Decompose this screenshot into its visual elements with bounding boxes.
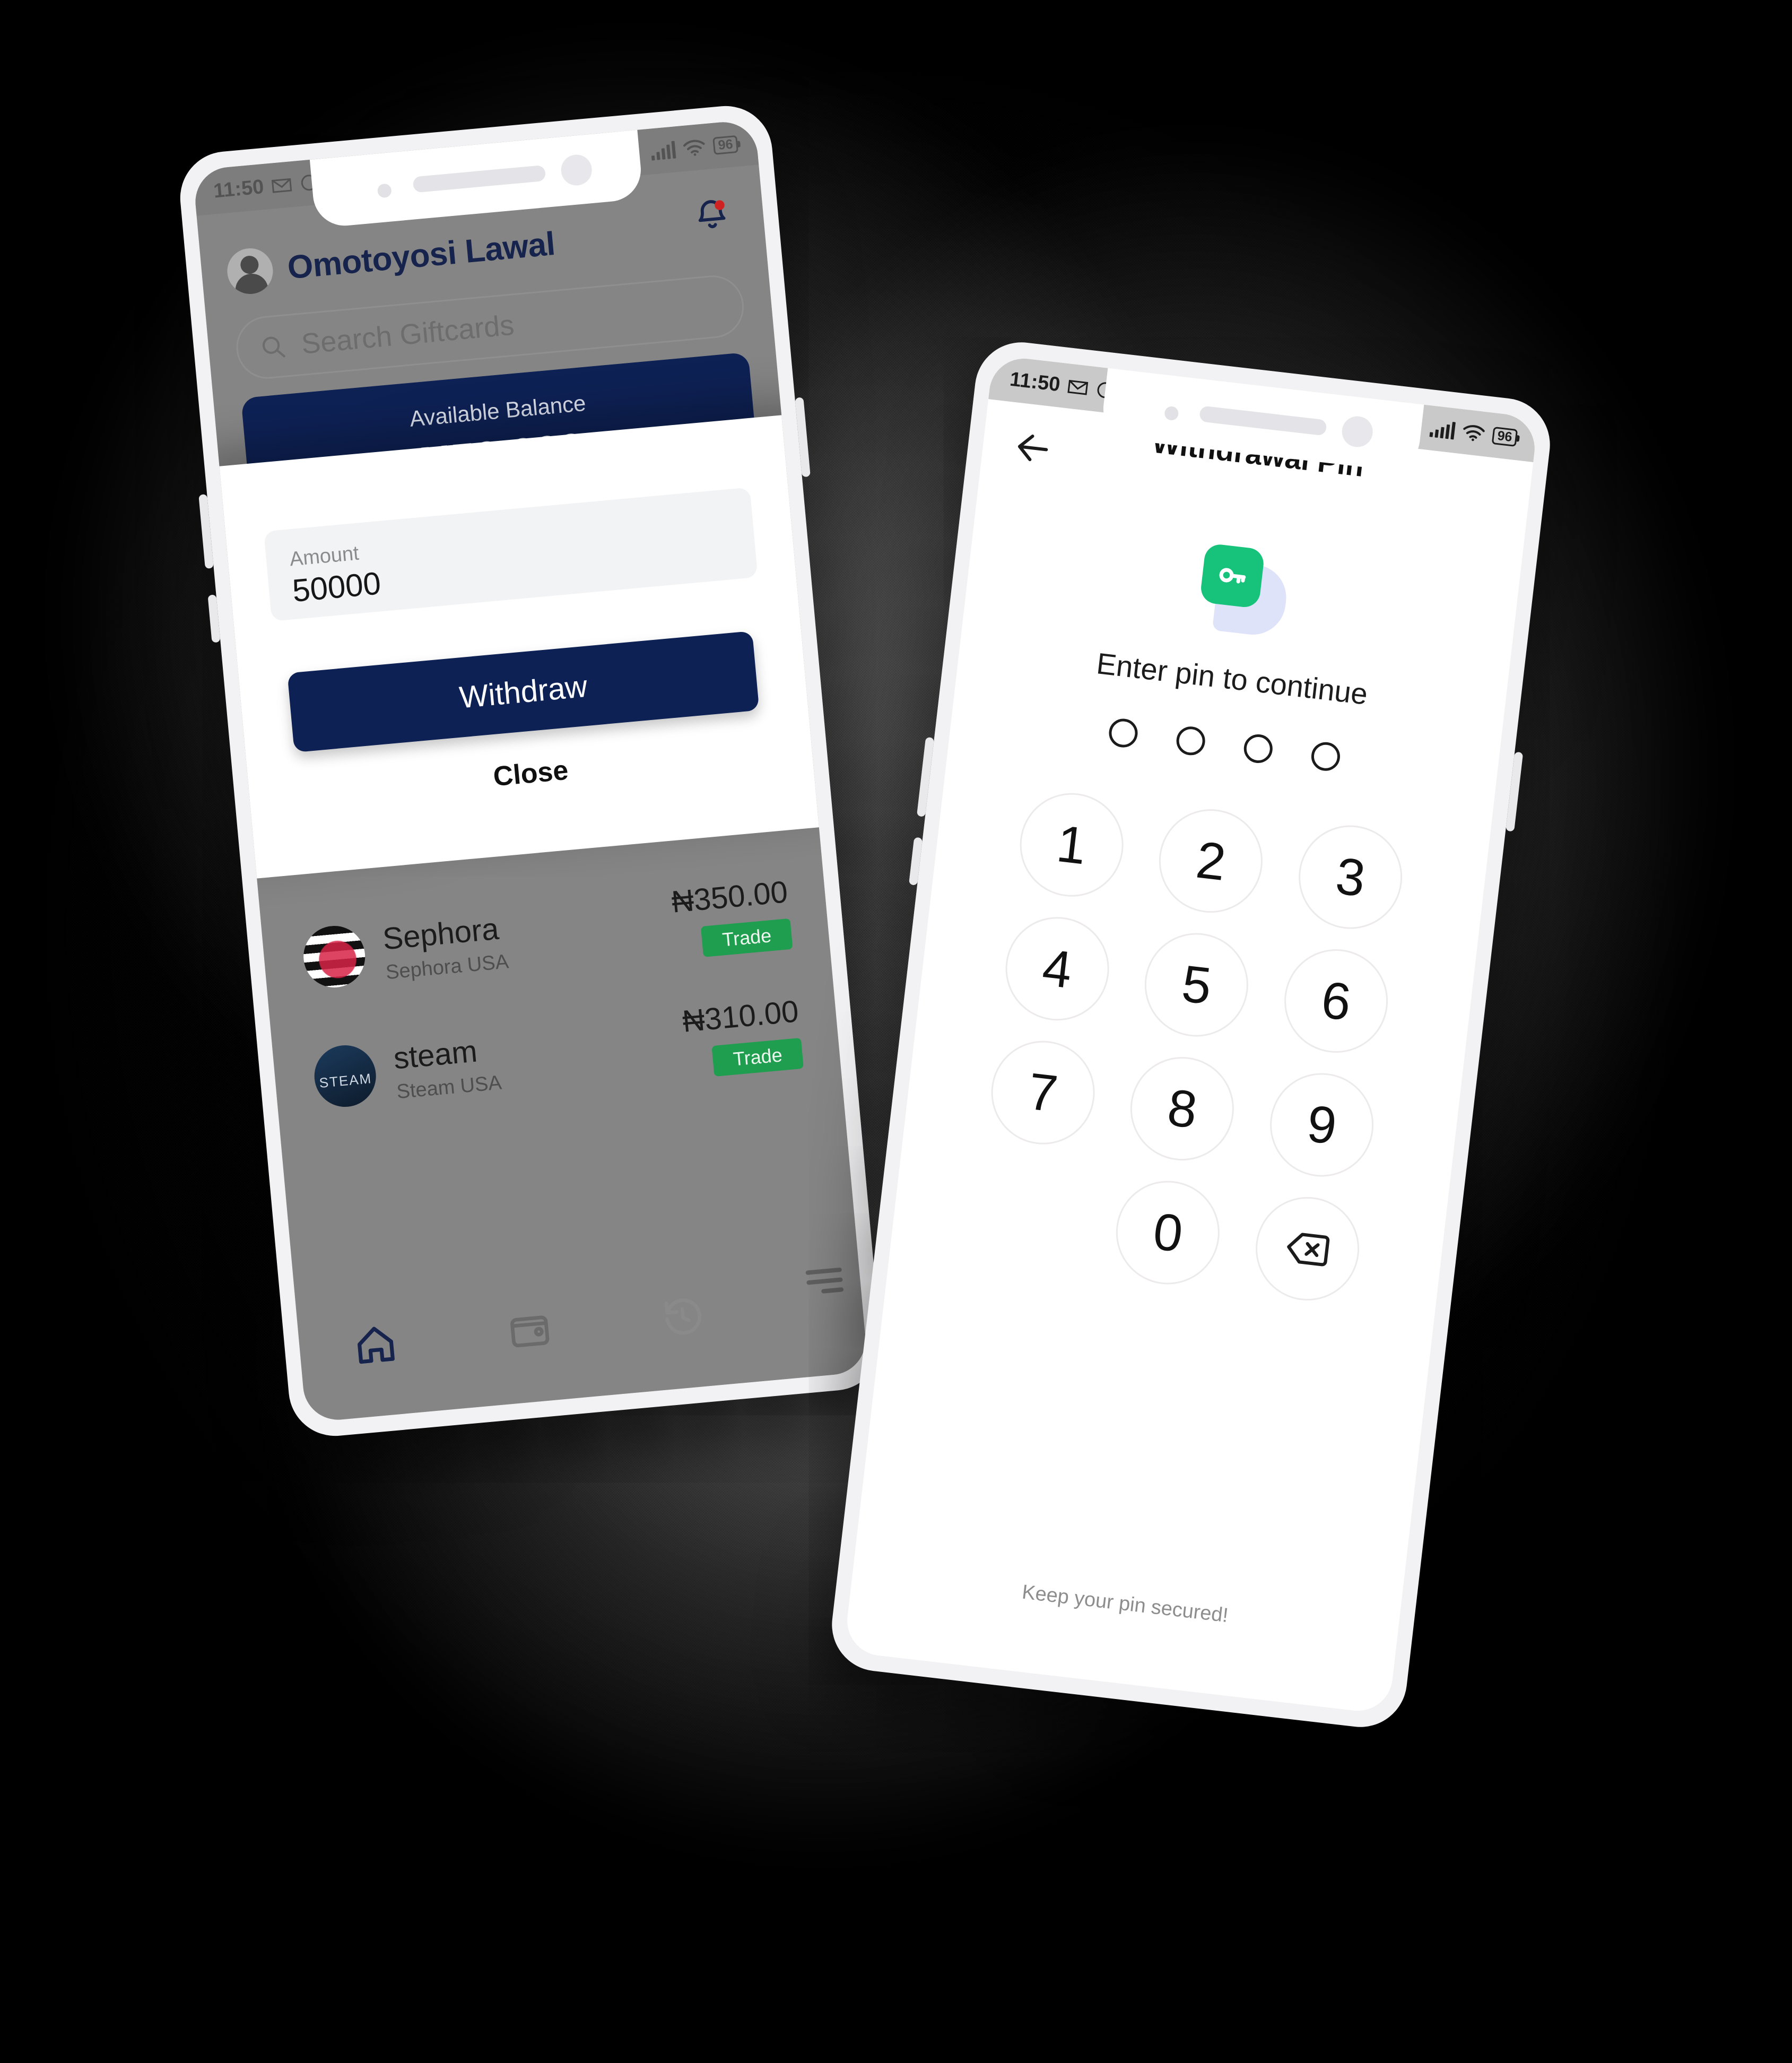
withdraw-modal: Amount 50000 Withdraw Close: [192, 412, 850, 881]
battery-icon: 96: [1491, 426, 1518, 447]
phone2-status-time: 11:50: [1008, 368, 1062, 396]
pin-dot: [1175, 725, 1207, 757]
home-icon[interactable]: [350, 1319, 402, 1371]
pin-dot: [1310, 740, 1342, 773]
gmail-icon: [1067, 379, 1089, 395]
screenshot-canvas: 11:50: [0, 0, 1792, 2063]
giftcard-subtitle: Steam USA: [395, 1071, 503, 1104]
wifi-icon: [1463, 425, 1485, 441]
keypad-key-2[interactable]: 2: [1153, 803, 1268, 918]
backspace-icon[interactable]: [1250, 1191, 1365, 1306]
phone2-power-button: [909, 837, 923, 886]
phone1-sensor-dot: [377, 183, 392, 198]
keypad-key-8[interactable]: 8: [1125, 1051, 1240, 1166]
signal-bars-icon: [1429, 421, 1456, 440]
keypad-key-1[interactable]: 1: [1014, 787, 1129, 903]
keypad-key-7[interactable]: 7: [985, 1035, 1100, 1150]
phone2-volume-button: [916, 736, 935, 817]
phone2-pin-section: Enter pin to continue 1 2 3 4 5 6 7 8 9 …: [890, 513, 1520, 1316]
giftcard-name: steam: [392, 1034, 479, 1076]
keypad-key-blank: [971, 1159, 1086, 1274]
phone1-volume-button: [198, 494, 214, 569]
phone2-screen: 11:50 96 Enter pin to continue 1 2 3 4 5…: [843, 354, 1538, 1715]
steam-logo-icon: [311, 1043, 379, 1110]
pin-dot: [1107, 717, 1139, 749]
keypad-key-4[interactable]: 4: [999, 911, 1115, 1026]
key-icon-badge: [1199, 543, 1265, 609]
pin-keypad: 1 2 3 4 5 6 7 8 9 0: [890, 778, 1490, 1315]
bell-icon[interactable]: [690, 195, 733, 238]
search-placeholder: Search Giftcards: [300, 309, 516, 360]
pin-dot: [1242, 733, 1274, 765]
phone-device-2: 11:50 96 Enter pin to continue 1 2 3 4 5…: [827, 337, 1555, 1732]
phone1-power-button: [207, 594, 221, 643]
history-icon[interactable]: [657, 1290, 709, 1342]
phone2-front-camera: [1340, 414, 1375, 449]
search-icon: [262, 336, 285, 358]
giftcard-name: Sephora: [381, 911, 500, 957]
pin-footer-note: Keep your pin secured!: [1021, 1581, 1230, 1627]
menu-icon[interactable]: [798, 1253, 850, 1305]
giftcard-subtitle: Sephora USA: [385, 950, 510, 984]
giftcard-list: Sephora Sephora USA ₦350.00 Trade steam …: [285, 861, 818, 1147]
phone2-side-button: [1506, 751, 1524, 832]
sephora-logo-icon: [301, 923, 368, 990]
trade-button[interactable]: Trade: [711, 1037, 804, 1077]
key-icon: [1193, 540, 1292, 638]
wallet-icon[interactable]: [504, 1305, 556, 1357]
phone2-battery-level: 96: [1497, 428, 1513, 445]
user-name: Omotoyosi Lawal: [286, 225, 557, 287]
withdraw-button[interactable]: Withdraw: [287, 631, 760, 753]
phone2-earpiece: [1198, 405, 1327, 436]
keypad-key-0[interactable]: 0: [1110, 1175, 1225, 1290]
giftcard-price: ₦310.00: [681, 994, 801, 1039]
amount-field[interactable]: Amount 50000: [264, 487, 758, 622]
avatar[interactable]: [225, 246, 275, 296]
phone1-screen: 11:50: [192, 119, 869, 1423]
keypad-key-5[interactable]: 5: [1139, 928, 1254, 1043]
keypad-key-9[interactable]: 9: [1264, 1067, 1379, 1183]
keypad-key-6[interactable]: 6: [1278, 943, 1394, 1059]
phone1-side-button: [795, 397, 811, 478]
trade-button[interactable]: Trade: [701, 918, 793, 957]
phone-device-1: 11:50: [176, 102, 885, 1440]
phone1-front-camera: [560, 153, 594, 187]
keypad-key-3[interactable]: 3: [1293, 820, 1408, 935]
phone1-earpiece: [412, 164, 546, 193]
giftcard-price: ₦350.00: [670, 874, 789, 920]
phone2-sensor-dot: [1163, 405, 1179, 421]
